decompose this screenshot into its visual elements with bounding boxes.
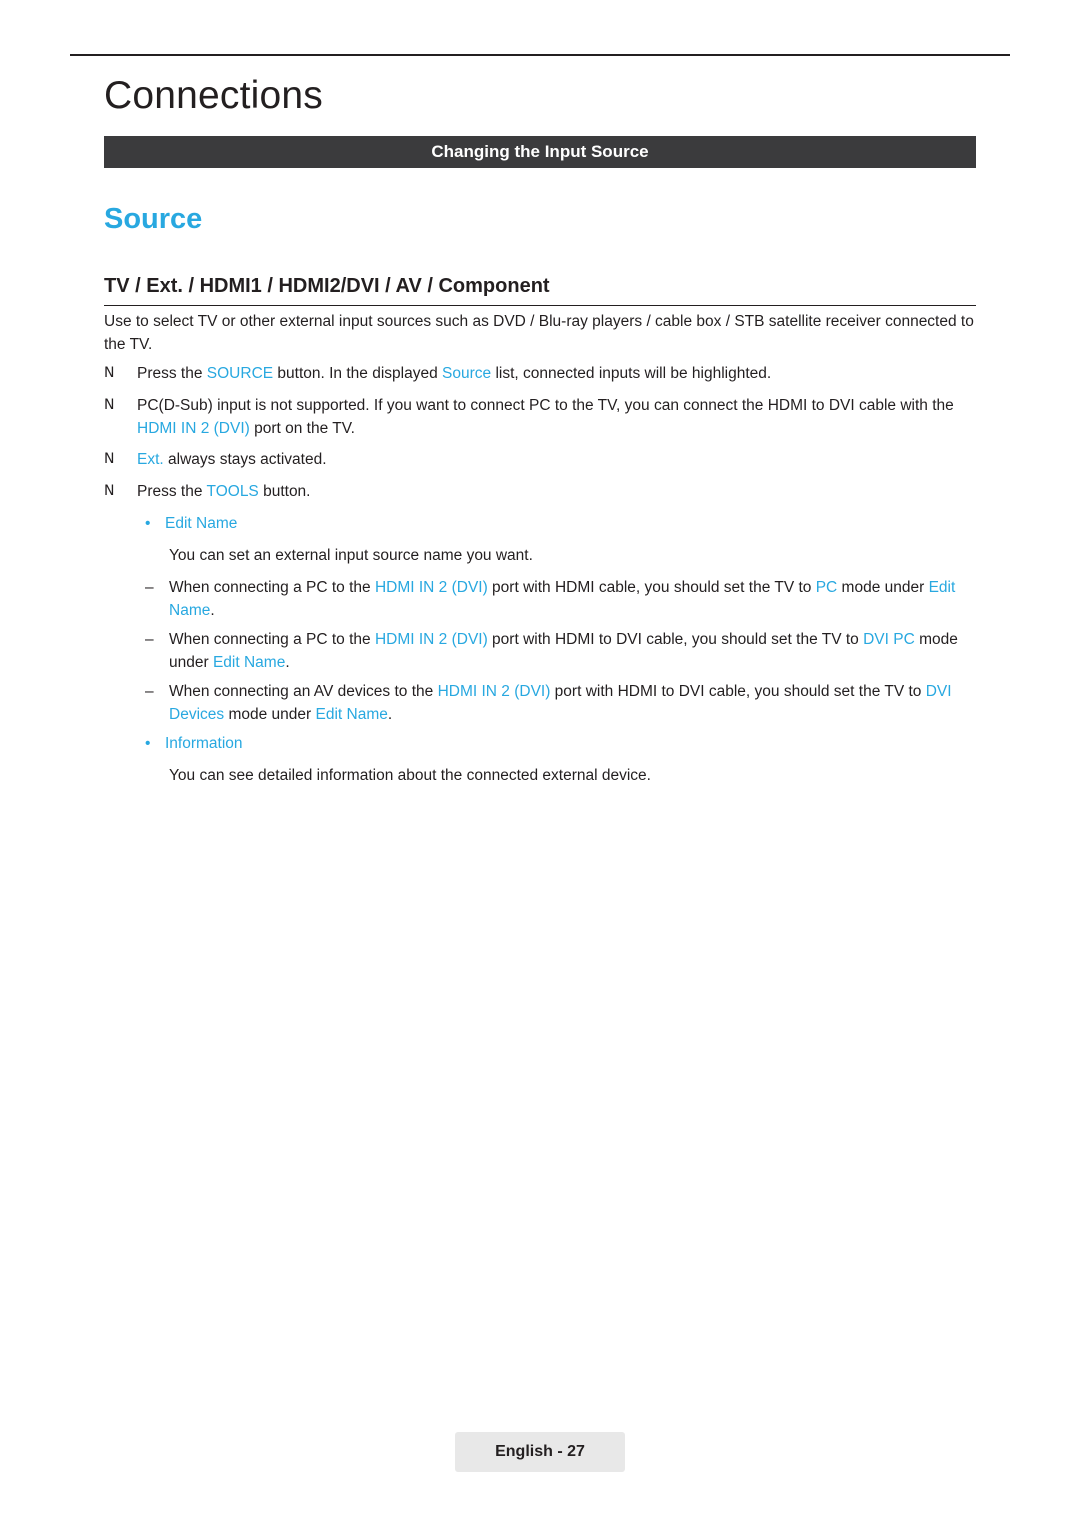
intro-text: Use to select TV or other external input… [104,313,974,353]
subsection-title: TV / Ext. / HDMI1 / HDMI2/DVI / AV / Com… [104,275,550,297]
note-4-part-2: button. [258,483,311,500]
page-footer: English - 27 [455,1432,625,1472]
note-item-1: Press the SOURCE button. In the displaye… [137,362,977,385]
note-3-part-0: Ext. [137,451,164,468]
note-marker-3: N [104,451,115,467]
note-2-part-0: PC(D-Sub) input is not supported. If you… [137,397,954,414]
dash-3-part-0: When connecting an AV devices to the [169,683,438,700]
dash-3-part-5: Edit Name [315,706,388,723]
note-marker-4: N [104,483,115,499]
dash-1-part-4: mode under [837,579,929,596]
note-item-2: PC(D-Sub) input is not supported. If you… [137,394,977,440]
dash-marker-2: – [145,631,154,648]
note-2-part-1: HDMI IN 2 (DVI) [137,420,250,437]
dash-1-part-0: When connecting a PC to the [169,579,375,596]
dash-2-part-6: . [285,654,290,671]
note-2-part-2: port on the TV. [249,420,355,437]
note-4-part-0: Press the [137,483,207,500]
note-1-part-3: Source [442,365,492,382]
dash-3-part-4: mode under [224,706,316,723]
sub-item-marker-edit-name: • [145,515,151,532]
dash-1-part-2: port with HDMI cable, you should set the… [487,579,816,596]
note-1-part-1: SOURCE [206,365,274,382]
dash-item-2: When connecting a PC to the HDMI IN 2 (D… [169,628,974,674]
dash-1-part-1: HDMI IN 2 (DVI) [374,579,488,596]
note-1-part-4: list, connected inputs will be highlight… [491,365,772,382]
dash-item-3: When connecting an AV devices to the HDM… [169,680,974,726]
sub-item-information: Information [165,735,243,752]
note-marker-1: N [104,365,115,381]
chapter-title: Connections [104,74,324,117]
dash-3-part-2: port with HDMI to DVI cable, you should … [550,683,926,700]
dash-1-part-3: PC [815,579,838,596]
information-description: You can see detailed information about t… [169,767,651,784]
note-4-part-1: TOOLS [206,483,259,500]
dash-marker-1: – [145,579,154,596]
manual-page: Connections Changing the Input Source So… [0,0,1080,1519]
section-header-bar: Changing the Input Source [104,136,976,168]
page-title: Source [104,203,203,235]
dash-2-part-3: DVI PC [863,631,915,648]
dash-3-part-6: . [387,706,393,723]
dash-2-part-1: HDMI IN 2 (DVI) [374,631,488,648]
section-header-label: Changing the Input Source [431,142,649,161]
dash-3-part-1: HDMI IN 2 (DVI) [437,683,551,700]
note-item-4: Press the TOOLS button. [137,480,977,503]
dash-2-part-2: port with HDMI to DVI cable, you should … [487,631,864,648]
sub-item-edit-name: Edit Name [165,515,238,532]
dash-marker-3: – [145,683,154,700]
intro-paragraph: Use to select TV or other external input… [104,310,976,356]
note-3-part-1: always stays activated. [163,451,327,468]
note-1-part-0: Press the [137,365,207,382]
subsection-divider [104,305,976,306]
note-marker-2: N [104,397,115,413]
header-divider [70,54,1010,56]
note-1-part-2: button. In the displayed [273,365,443,382]
dash-item-1: When connecting a PC to the HDMI IN 2 (D… [169,576,974,622]
edit-name-description: You can set an external input source nam… [169,547,533,564]
dash-2-part-0: When connecting a PC to the [169,631,375,648]
page-number-label: English - 27 [495,1443,585,1460]
note-item-3: Ext. always stays activated. [137,448,977,471]
dash-2-part-5: Edit Name [212,654,286,671]
sub-item-marker-information: • [145,735,151,752]
dash-1-part-6: . [210,602,215,619]
